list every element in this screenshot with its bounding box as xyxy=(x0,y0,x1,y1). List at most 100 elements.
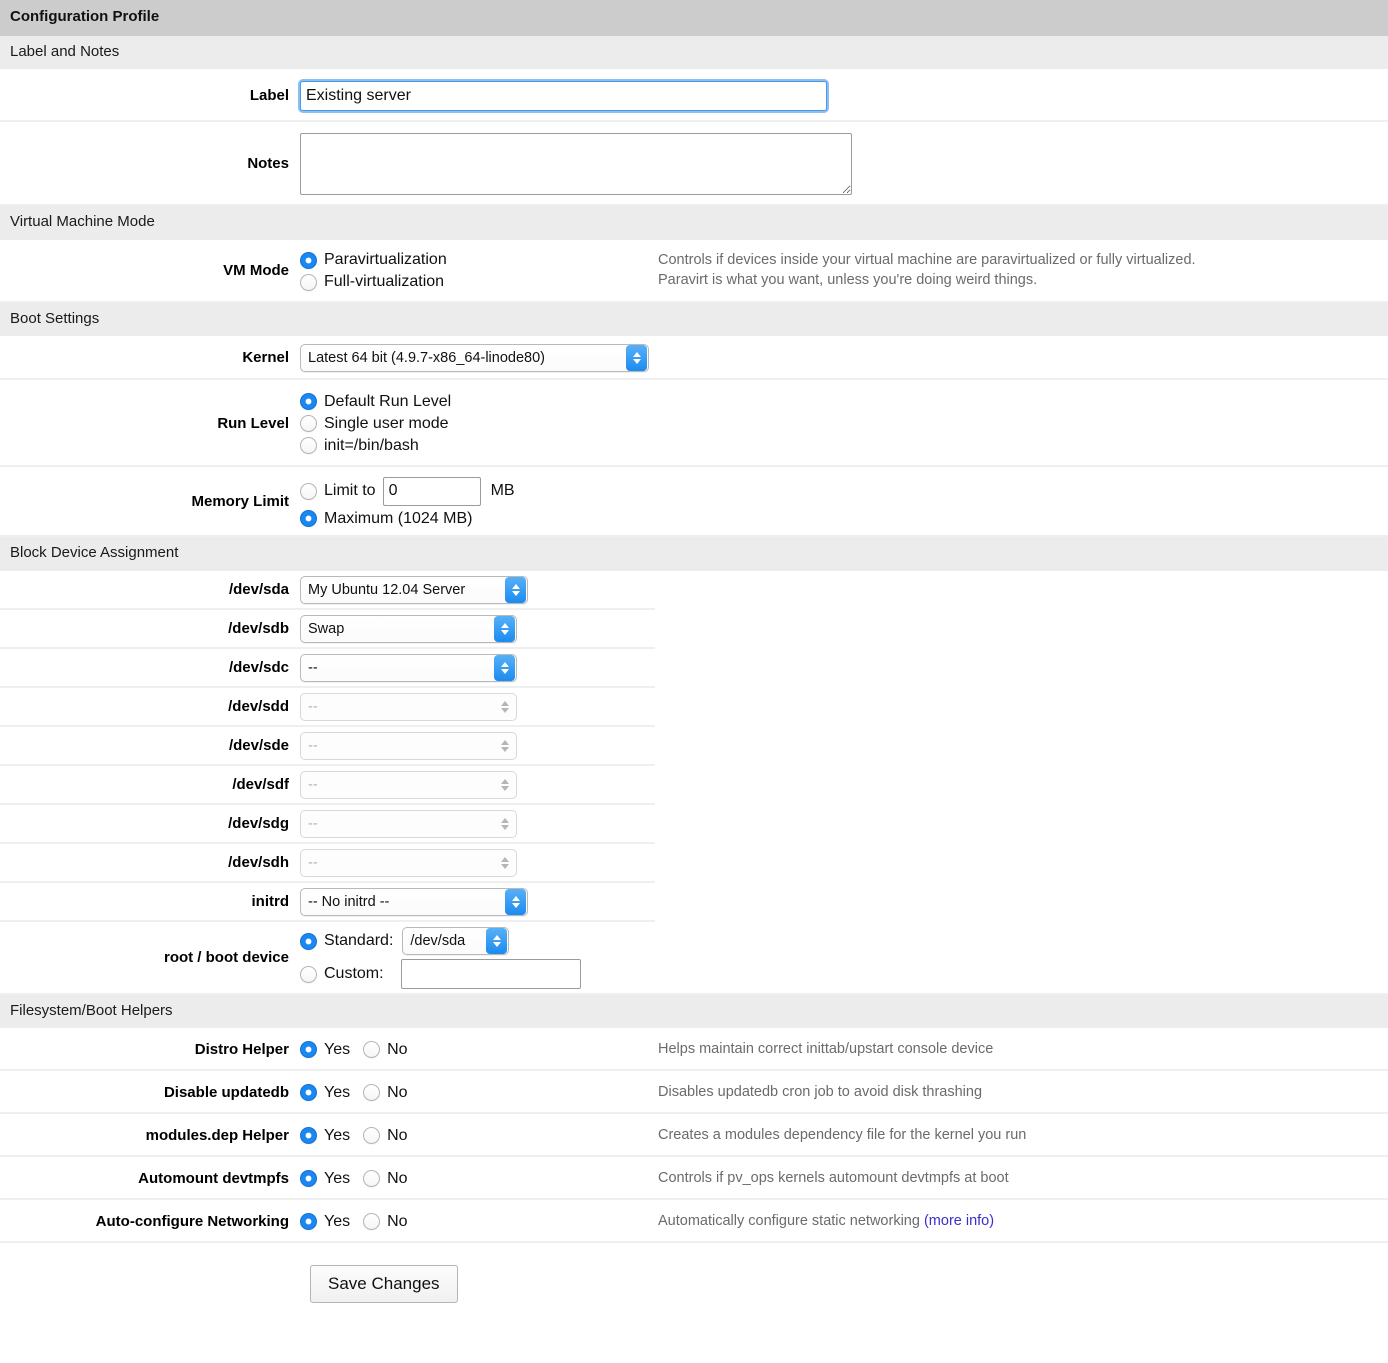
helper-option-no[interactable]: No xyxy=(363,1127,407,1145)
block-device-select-value: -- No initrd -- xyxy=(308,894,395,910)
chevron-updown-icon xyxy=(494,694,515,720)
kernel-select[interactable]: Latest 64 bit (4.9.7-x86_64-linode80) xyxy=(300,344,649,372)
radio-dot[interactable] xyxy=(300,393,317,410)
helper-option-no[interactable]: No xyxy=(363,1041,407,1059)
chevron-updown-icon[interactable] xyxy=(505,577,526,603)
chevron-updown-icon[interactable] xyxy=(494,655,515,681)
helper-option-yes[interactable]: Yes xyxy=(300,1170,350,1188)
helper-yesno-group: Yes No xyxy=(300,1041,408,1059)
radio-dot[interactable] xyxy=(300,1127,317,1144)
helper-yesno-group: Yes No xyxy=(300,1170,408,1188)
row-helper-distro-helper: Distro Helper Yes No Helps maintain correct… xyxy=(0,1028,1388,1071)
helper-option-no[interactable]: No xyxy=(363,1084,407,1102)
helper-label: modules.dep Helper xyxy=(0,1127,300,1145)
radio-dot[interactable] xyxy=(363,1041,380,1058)
vm-mode-option-paravirtualization[interactable]: Paravirtualization xyxy=(300,251,447,269)
memory-limit-maximum-label: Maximum (1024 MB) xyxy=(324,510,472,528)
radio-dot[interactable] xyxy=(363,1170,380,1187)
radio-dot[interactable] xyxy=(300,1041,317,1058)
chevron-updown-icon[interactable] xyxy=(486,928,507,954)
radio-dot[interactable] xyxy=(300,966,317,983)
helper-no-label: No xyxy=(387,1170,407,1188)
helper-option-yes[interactable]: Yes xyxy=(300,1084,350,1102)
helper-option-yes[interactable]: Yes xyxy=(300,1213,350,1231)
row-memory-limit: Memory Limit Limit to MB Maximum (1024 M… xyxy=(0,467,1388,537)
helper-help-description: Creates a modules dependency file for th… xyxy=(658,1127,1026,1143)
memory-limit-unit: MB xyxy=(491,482,515,500)
helper-label: Auto-configure Networking xyxy=(0,1213,300,1231)
block-device-select[interactable]: -- xyxy=(300,654,517,682)
row-block-device-dev-sde: /dev/sde-- xyxy=(0,727,1388,766)
label-input[interactable] xyxy=(300,81,827,111)
root-boot-custom-label: Custom: xyxy=(324,965,384,983)
root-boot-option-standard[interactable]: Standard: xyxy=(300,932,393,950)
block-device-select[interactable]: Swap xyxy=(300,615,517,643)
memory-limit-option-limit-to[interactable]: Limit to xyxy=(300,482,376,500)
block-device-list: /dev/sdaMy Ubuntu 12.04 Server/dev/sdbSw… xyxy=(0,571,1388,922)
block-device-label: /dev/sde xyxy=(0,737,300,755)
root-boot-option-custom[interactable]: Custom: xyxy=(300,965,384,983)
row-block-device-dev-sdg: /dev/sdg-- xyxy=(0,805,1388,844)
root-boot-custom-input[interactable] xyxy=(401,959,581,989)
helper-help-text: Helps maintain correct inittab/upstart c… xyxy=(658,1040,1005,1060)
root-boot-standard-select[interactable]: /dev/sda xyxy=(402,927,509,955)
section-header-block-device-assignment: Block Device Assignment xyxy=(0,537,1388,571)
helper-label: Distro Helper xyxy=(0,1041,300,1059)
helper-yesno-group: Yes No xyxy=(300,1084,408,1102)
block-device-select-value: Swap xyxy=(308,621,350,637)
block-device-select[interactable]: My Ubuntu 12.04 Server xyxy=(300,576,528,604)
memory-limit-option-maximum[interactable]: Maximum (1024 MB) xyxy=(300,510,515,528)
block-device-select-value: -- xyxy=(308,777,324,793)
run-level-option-single-user[interactable]: Single user mode xyxy=(300,415,451,433)
more-info-link[interactable]: (more info) xyxy=(924,1213,994,1229)
chevron-updown-icon[interactable] xyxy=(505,889,526,915)
vm-mode-option-label: Paravirtualization xyxy=(324,251,447,269)
radio-dot[interactable] xyxy=(300,1084,317,1101)
row-block-device-dev-sdh: /dev/sdh-- xyxy=(0,844,1388,883)
root-boot-device-label: root / boot device xyxy=(0,949,300,967)
section-header-filesystem-boot-helpers: Filesystem/Boot Helpers xyxy=(0,995,1388,1029)
chevron-updown-icon[interactable] xyxy=(494,616,515,642)
radio-dot[interactable] xyxy=(300,274,317,291)
helper-option-no[interactable]: No xyxy=(363,1170,407,1188)
window-title: Configuration Profile xyxy=(0,0,1388,36)
run-level-option-label: Single user mode xyxy=(324,415,449,433)
block-device-select[interactable]: -- No initrd -- xyxy=(300,888,528,916)
memory-limit-limit-to-label: Limit to xyxy=(324,482,376,500)
helper-help-description: Controls if pv_ops kernels automount dev… xyxy=(658,1170,1009,1186)
helper-yes-label: Yes xyxy=(324,1041,350,1059)
run-level-option-default[interactable]: Default Run Level xyxy=(300,393,451,411)
helper-label: Automount devtmpfs xyxy=(0,1170,300,1188)
radio-dot[interactable] xyxy=(363,1127,380,1144)
row-block-device-dev-sdd: /dev/sdd -- xyxy=(0,688,1388,727)
radio-dot[interactable] xyxy=(363,1084,380,1101)
root-boot-standard-label: Standard: xyxy=(324,932,393,950)
row-block-device-dev-sdb: /dev/sdbSwap xyxy=(0,610,1388,649)
helper-option-no[interactable]: No xyxy=(363,1213,407,1231)
chevron-updown-icon[interactable] xyxy=(626,345,647,371)
radio-dot[interactable] xyxy=(363,1213,380,1230)
row-block-device-dev-sda: /dev/sdaMy Ubuntu 12.04 Server xyxy=(0,571,1388,610)
helper-option-yes[interactable]: Yes xyxy=(300,1041,350,1059)
radio-dot[interactable] xyxy=(300,437,317,454)
radio-dot[interactable] xyxy=(300,933,317,950)
radio-dot[interactable] xyxy=(300,252,317,269)
vm-mode-option-full-virtualization[interactable]: Full-virtualization xyxy=(300,273,447,291)
save-changes-button[interactable]: Save Changes xyxy=(310,1265,458,1303)
radio-dot[interactable] xyxy=(300,415,317,432)
notes-textarea[interactable] xyxy=(300,133,852,195)
row-helper-automount-devtmpfs: Automount devtmpfsYes No Controls if pv_op… xyxy=(0,1157,1388,1200)
radio-dot[interactable] xyxy=(300,1170,317,1187)
helper-option-yes[interactable]: Yes xyxy=(300,1127,350,1145)
section-header-label-and-notes: Label and Notes xyxy=(0,36,1388,70)
radio-dot[interactable] xyxy=(300,510,317,527)
memory-limit-input[interactable] xyxy=(383,477,481,506)
radio-dot[interactable] xyxy=(300,1213,317,1230)
block-device-select-value: -- xyxy=(308,855,324,871)
root-boot-standard-row: Standard: /dev/sda xyxy=(300,927,581,955)
block-device-label: /dev/sdd xyxy=(0,698,300,716)
helper-yes-label: Yes xyxy=(324,1084,350,1102)
radio-dot[interactable] xyxy=(300,483,317,500)
block-device-select-value: -- xyxy=(308,699,324,715)
run-level-option-init-bin-bash[interactable]: init=/bin/bash xyxy=(300,437,451,455)
